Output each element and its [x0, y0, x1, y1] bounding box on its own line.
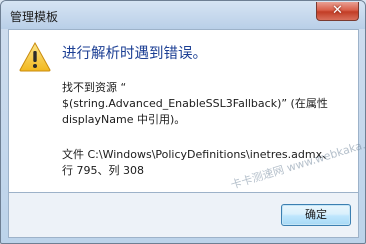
- error-heading: 进行解析时遇到错误。: [62, 46, 207, 62]
- error-message: 找不到资源 “ $(string.Advanced_EnableSSL3Fall…: [62, 80, 358, 128]
- title-bar[interactable]: 管理模板 ✕: [1, 1, 365, 29]
- window-title: 管理模板: [10, 10, 59, 24]
- dialog-window: 管理模板 ✕ 进行解析时遇到错误。 找不到资源 “ $(string.Advan…: [0, 0, 366, 244]
- message-line: displayName 中引用)。: [62, 113, 186, 126]
- close-button[interactable]: ✕: [316, 2, 359, 21]
- message-line: $(string.Advanced_EnableSSL3Fallback)” (…: [62, 97, 328, 110]
- message-line: 找不到资源 “: [62, 81, 127, 94]
- warning-icon: [19, 42, 51, 72]
- ok-button[interactable]: 确定: [281, 204, 351, 226]
- close-icon: ✕: [332, 3, 343, 18]
